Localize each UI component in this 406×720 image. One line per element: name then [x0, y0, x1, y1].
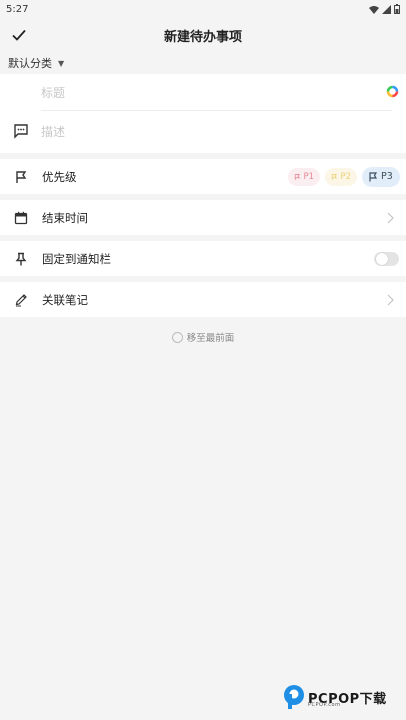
radio-icon: [171, 331, 183, 343]
chip-label: P3: [381, 171, 393, 182]
move-to-top-label: 移至最前面: [186, 333, 235, 344]
battery-icon: [394, 4, 400, 14]
pcpop-logo-icon: [284, 685, 304, 709]
watermark: PCPOP下载 PCPOP.com: [282, 684, 387, 710]
status-bar: 5:27: [0, 0, 406, 18]
title-placeholder: 标题: [41, 85, 66, 100]
pin-row: 固定到通知栏: [0, 241, 406, 276]
priority-chip-p1[interactable]: P1: [288, 167, 320, 186]
chip-label: P1: [303, 171, 314, 182]
title-input[interactable]: 标题: [0, 74, 406, 110]
message-icon: [14, 124, 28, 139]
calendar-icon: [13, 210, 29, 226]
flag-icon: [13, 169, 29, 185]
input-card: 标题 描述: [0, 74, 406, 153]
chip-label: P2: [340, 171, 351, 182]
flag-icon: [331, 173, 338, 180]
priority-row: 优先级 P1 P2 P3: [0, 159, 406, 194]
category-label: 默认分类: [8, 57, 52, 70]
app-bar: 新建待办事项: [0, 18, 406, 52]
priority-chip-p2[interactable]: P2: [325, 167, 357, 186]
page-title: 新建待办事项: [163, 29, 242, 45]
pin-label: 固定到通知栏: [42, 251, 111, 266]
toggle-knob: [376, 252, 388, 265]
description-placeholder: 描述: [41, 124, 66, 139]
wifi-icon: [369, 5, 379, 14]
end-time-row[interactable]: 结束时间: [0, 200, 406, 235]
check-icon: [12, 29, 26, 41]
pin-toggle[interactable]: [374, 251, 399, 266]
watermark-subtext: PCPOP.com: [308, 702, 341, 708]
linked-note-row[interactable]: 关联笔记: [0, 282, 406, 317]
priority-label: 优先级: [42, 169, 77, 184]
pencil-icon: [13, 292, 29, 308]
flag-icon: [369, 171, 378, 181]
description-input[interactable]: 描述: [0, 111, 406, 151]
end-time-label: 结束时间: [42, 210, 88, 225]
priority-chip-p3[interactable]: P3: [362, 166, 400, 187]
flag-icon: [294, 173, 301, 180]
linked-note-label: 关联笔记: [42, 292, 88, 307]
priority-chips: P1 P2 P3: [288, 166, 400, 187]
color-palette-icon[interactable]: [386, 85, 399, 98]
category-dropdown[interactable]: 默认分类 ▼: [0, 52, 406, 74]
status-icons: [369, 4, 400, 14]
pin-icon: [13, 251, 29, 267]
caret-down-icon: ▼: [58, 58, 65, 68]
move-to-top-option[interactable]: 移至最前面: [0, 330, 406, 344]
confirm-button[interactable]: [10, 26, 28, 44]
chevron-right-icon: [387, 294, 394, 305]
chevron-right-icon: [387, 212, 394, 223]
status-time: 5:27: [6, 3, 29, 15]
signal-icon: [382, 4, 391, 14]
